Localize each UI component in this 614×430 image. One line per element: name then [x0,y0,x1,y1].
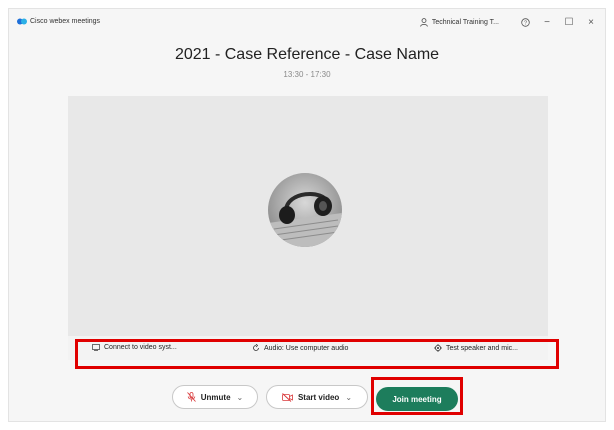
close-button[interactable]: × [583,14,599,30]
avatar [268,173,342,247]
headphones-avatar-icon [268,173,342,247]
user-icon [420,17,428,27]
title-bar: Cisco webex meetings Technical Training … [9,9,605,35]
start-video-button[interactable]: Start video ⌄ [266,385,368,409]
start-video-label: Start video [297,392,340,402]
chevron-down-icon[interactable]: ⌄ [345,393,352,402]
svg-text:?: ? [523,20,526,26]
app-title: Cisco webex meetings [30,18,101,25]
chevron-down-icon[interactable]: ⌄ [237,393,244,402]
account-menu[interactable]: Technical Training T... [420,17,499,27]
options-highlight-box [75,339,559,369]
meeting-time: 13:30 - 17:30 [283,70,331,79]
app-brand: Cisco webex meetings [17,18,100,25]
unmute-label: Unmute [200,392,231,402]
minimize-button[interactable]: − [539,14,555,30]
muted-microphone-icon [186,392,196,402]
help-button[interactable]: ? [517,14,533,30]
account-name: Technical Training T... [431,18,499,26]
help-icon: ? [520,17,530,27]
webex-logo-icon [17,18,27,25]
video-off-icon [282,392,293,402]
maximize-button[interactable]: ☐ [561,14,577,30]
window-controls: Technical Training T... ? − ☐ × [420,14,599,30]
meeting-title: 2021 - Case Reference - Case Name [174,46,440,63]
join-highlight-box [371,377,463,415]
unmute-button[interactable]: Unmute ⌄ [172,385,258,409]
